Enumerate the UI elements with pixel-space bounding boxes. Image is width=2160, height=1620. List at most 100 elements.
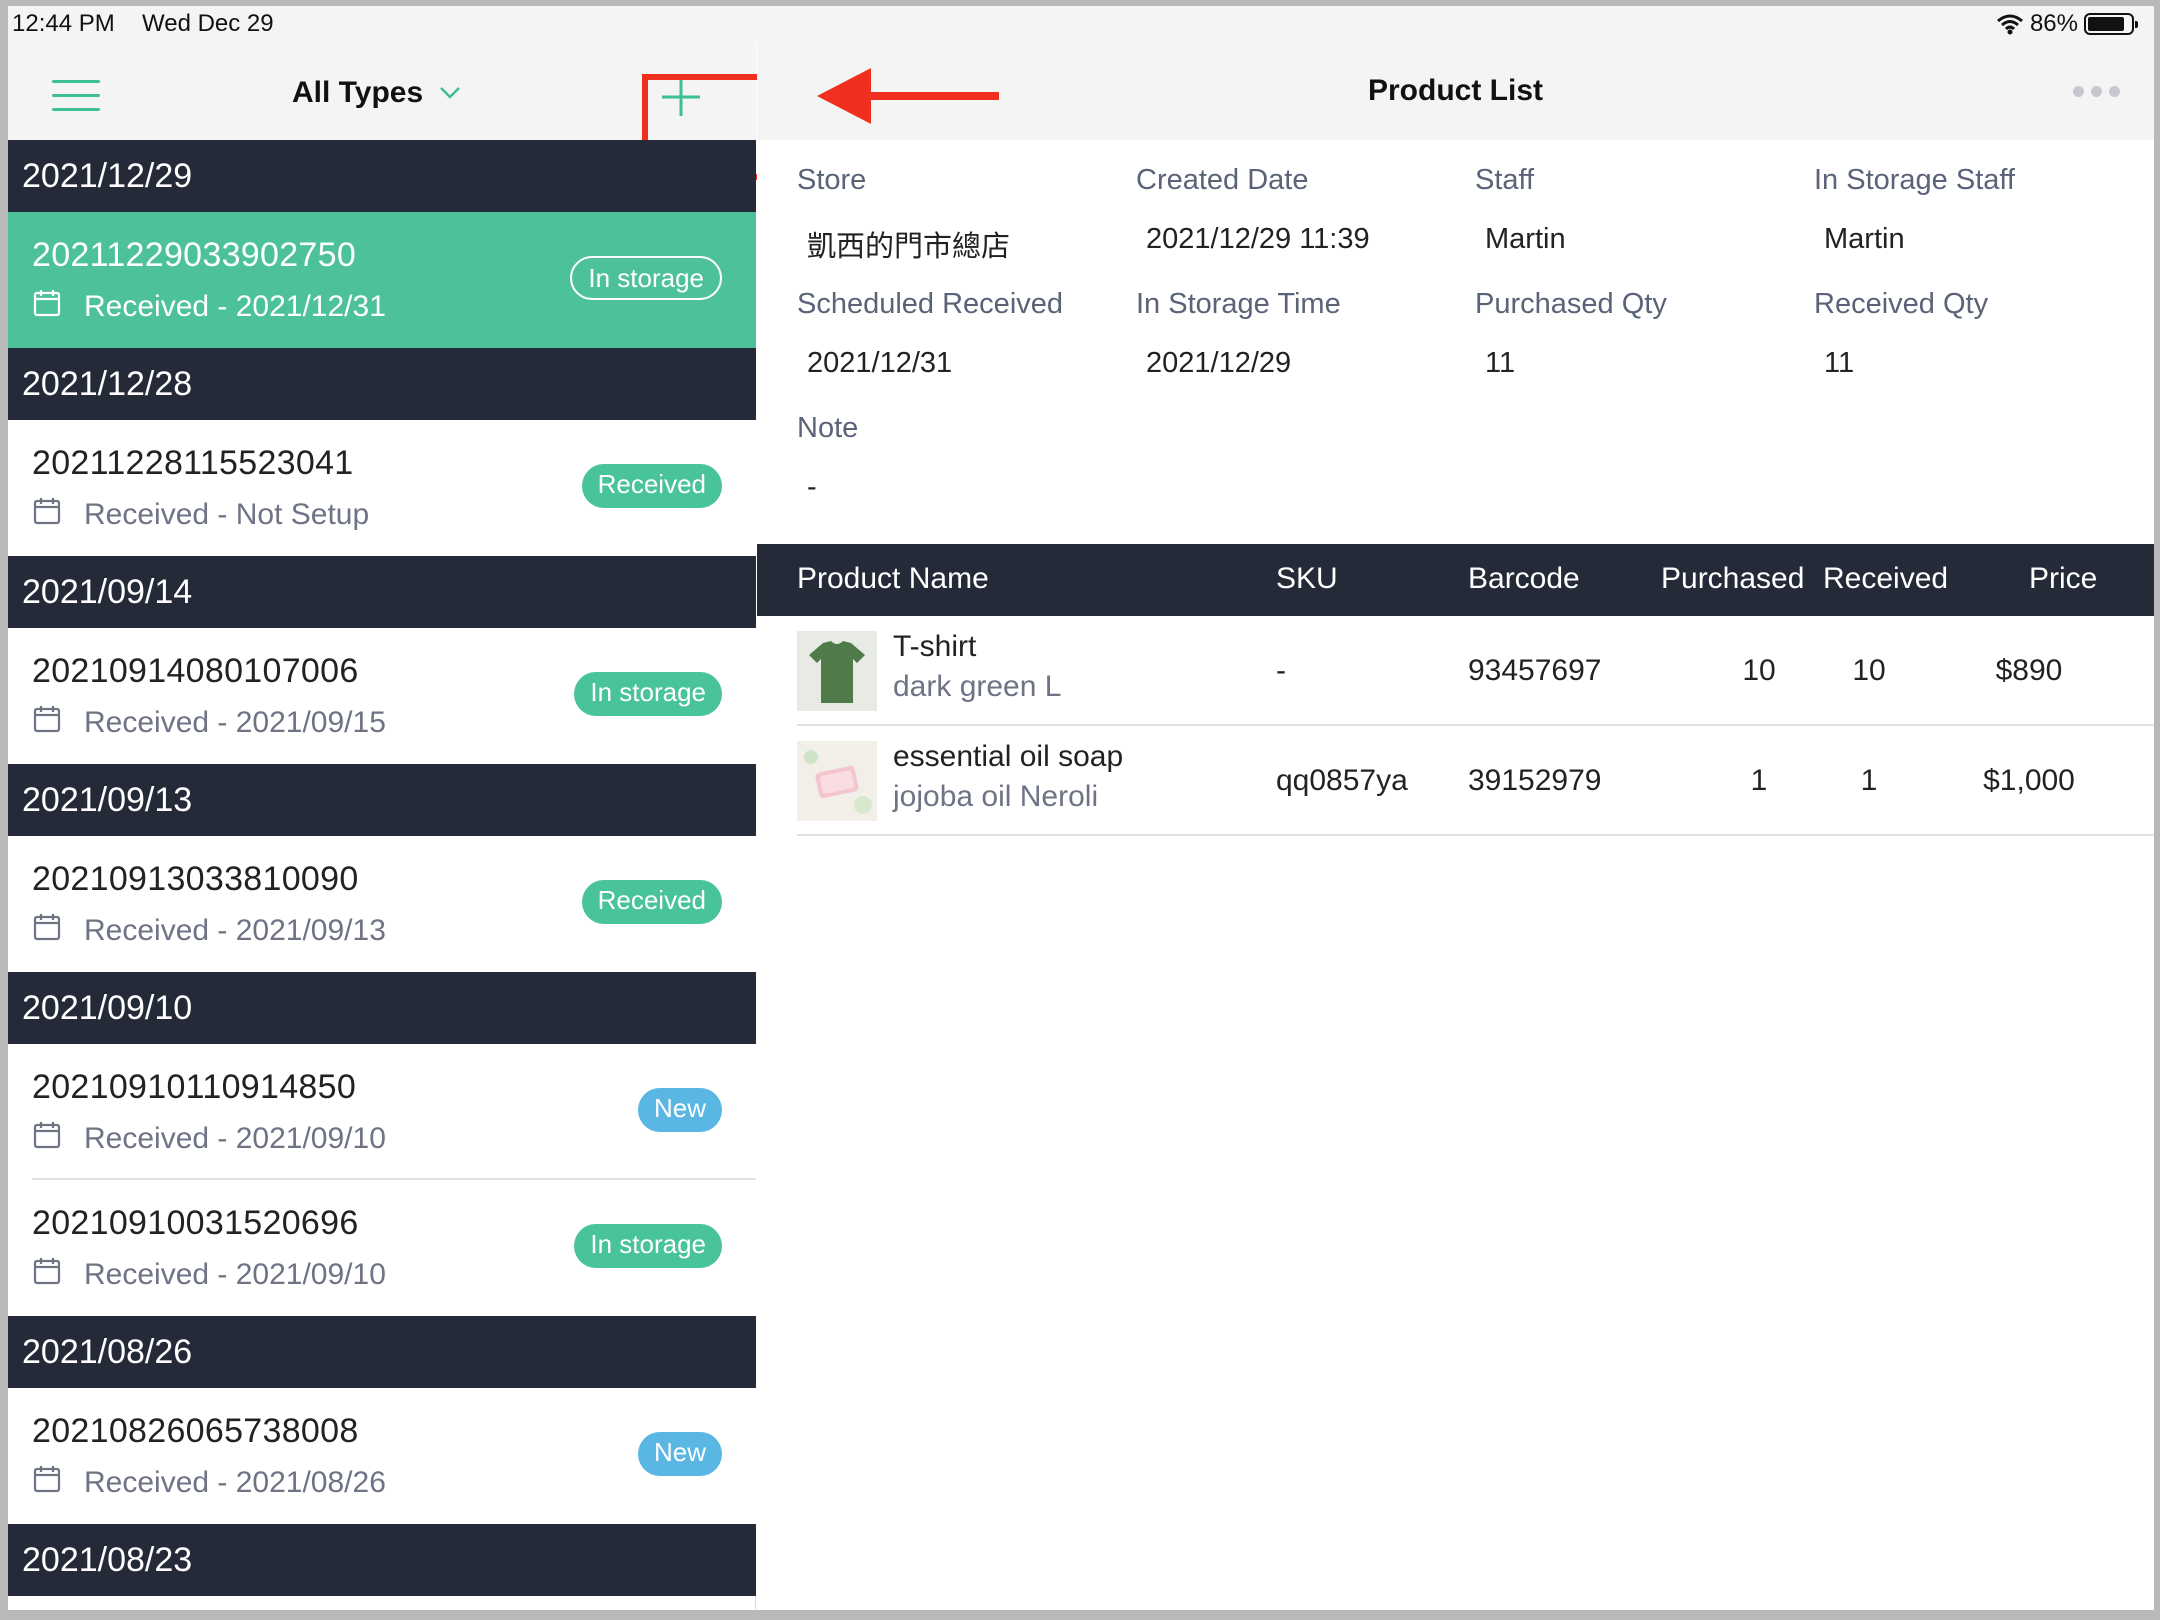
left-header: All Types	[8, 42, 776, 180]
storage-time-value: 2021/12/29	[1146, 347, 1292, 379]
order-list: 2021/12/29 20211229033902750 Received - 20…	[8, 140, 756, 1596]
status-badge: In storage	[574, 1224, 722, 1268]
product-table: Product Name SKU Barcode Purchased Recei…	[757, 544, 2154, 836]
date-group-header: 2021/09/14	[8, 556, 756, 628]
received-date-text: Received - 2021/09/13	[84, 914, 386, 947]
store-info: Store 凱西的門市總店	[797, 164, 1010, 265]
product-thumbnail	[797, 631, 877, 711]
sku-cell: -	[1276, 654, 1286, 687]
product-variant: dark green L	[893, 670, 1062, 703]
screen: All Types 2021/12/29 20211229033902750 Rec…	[8, 6, 2154, 1610]
status-badge: In storage	[570, 256, 722, 300]
date-group-header: 2021/12/28	[8, 348, 756, 420]
order-number: 20210910110914850	[32, 1068, 357, 1106]
sku-cell: qq0857ya	[1276, 764, 1408, 797]
order-list-item[interactable]: 20210910110914850 Received - 2021/09/10 Ne…	[8, 1044, 756, 1180]
date-group-header: 2021/08/23	[8, 1524, 756, 1596]
received-date-text: Received - 2021/09/15	[84, 706, 386, 739]
calendar-icon	[33, 1258, 61, 1285]
order-number: 20210826065738008	[32, 1412, 359, 1450]
order-list-item[interactable]: 20210826065738008 Received - 2021/08/26 Ne…	[8, 1388, 756, 1524]
battery-icon	[2084, 13, 2138, 35]
order-list-item[interactable]: 20210910031520696 Received - 2021/09/10 In…	[8, 1180, 756, 1316]
order-list-item[interactable]: 20210913033810090 Received - 2021/09/13 Re…	[8, 836, 756, 972]
more-options-icon[interactable]	[2073, 86, 2120, 97]
purchased-qty-label: Purchased Qty	[1475, 288, 1667, 320]
battery-percent: 86%	[2029, 10, 2078, 37]
scheduled-value: 2021/12/31	[807, 347, 953, 379]
product-variant: jojoba oil Neroli	[893, 780, 1099, 813]
purchased-qty-value: 11	[1485, 347, 1516, 379]
order-list-item[interactable]: 20211228115523041 Received - Not Setup Rec…	[8, 420, 756, 556]
staff-label: Staff	[1475, 164, 1535, 196]
product-name: T-shirt	[893, 630, 977, 663]
table-row[interactable]: essential oil soap jojoba oil Neroli qq085…	[797, 726, 2154, 836]
received-date: Received - 2021/09/10	[32, 1120, 386, 1158]
received-date-text: Received - Not Setup	[84, 498, 370, 531]
status-badge: New	[637, 1088, 722, 1132]
soap-thumbnail	[797, 741, 877, 821]
purchased-cell: 1	[1750, 764, 1768, 797]
chevron-down-icon	[440, 87, 461, 99]
status-time: 12:44 PM	[12, 10, 115, 37]
table-row[interactable]: T-shirt dark green L - 93457697 10 10 $890	[797, 616, 2154, 726]
received-date: Received - 2021/08/26	[32, 1464, 386, 1502]
note-value: -	[807, 471, 817, 503]
received-date: Received - 2021/09/15	[32, 704, 386, 742]
type-filter-dropdown[interactable]: All Types	[292, 76, 461, 110]
staff-value: Martin	[1485, 223, 1566, 255]
storage-staff-value: Martin	[1824, 223, 1905, 255]
detail-pane: Product List Store 凱西的門市總店 Created Date …	[757, 6, 2154, 1610]
received-date: Received - 2021/09/10	[32, 1256, 386, 1294]
order-number: 20211228115523041	[32, 444, 354, 482]
product-name: essential oil soap	[893, 740, 1124, 773]
storage-staff-info: In Storage Staff Martin	[1814, 164, 2015, 256]
received-cell: 10	[1852, 654, 1886, 687]
order-number: 20210914080107006	[32, 652, 359, 690]
calendar-icon	[33, 914, 61, 941]
scheduled-info: Scheduled Received 2021/12/31	[797, 288, 1063, 380]
received-date-text: Received - 2021/08/26	[84, 1466, 386, 1499]
received-cell: 1	[1860, 764, 1878, 797]
storage-time-info: In Storage Time 2021/12/29	[1136, 288, 1341, 380]
col-purchased: Purchased	[1661, 562, 1805, 595]
received-date: Received - Not Setup	[32, 496, 369, 534]
table-header: Product Name SKU Barcode Purchased Recei…	[757, 544, 2154, 616]
barcode-cell: 39152979	[1468, 764, 1602, 797]
created-info: Created Date 2021/12/29 11:39	[1136, 164, 1370, 256]
col-sku: SKU	[1276, 562, 1338, 595]
menu-icon[interactable]	[52, 80, 100, 114]
store-value: 凱西的門市總店	[807, 231, 1011, 263]
status-badge: In storage	[574, 672, 722, 716]
calendar-icon	[33, 498, 61, 525]
col-received: Received	[1823, 562, 1949, 595]
price-cell: $1,000	[1983, 764, 2075, 797]
status-right: 86%	[1996, 10, 2138, 38]
received-date: Received - 2021/12/31	[32, 288, 386, 326]
order-list-item[interactable]: 20210914080107006 Received - 2021/09/15 In…	[8, 628, 756, 764]
calendar-icon	[33, 706, 61, 733]
storage-staff-label: In Storage Staff	[1814, 164, 2015, 196]
order-list-item[interactable]: 20211229033902750 Received - 2021/12/31 In…	[8, 212, 756, 348]
staff-info: Staff Martin	[1475, 164, 1566, 256]
order-number: 20210910031520696	[32, 1204, 359, 1242]
right-header: Product List	[757, 42, 2154, 140]
status-badge: New	[637, 1432, 722, 1476]
table-body: T-shirt dark green L - 93457697 10 10 $890 esse…	[757, 616, 2154, 836]
price-cell: $890	[1995, 654, 2063, 687]
status-badge: Received	[581, 880, 722, 924]
created-label: Created Date	[1136, 164, 1309, 196]
purchased-qty-info: Purchased Qty 11	[1475, 288, 1667, 380]
received-date-text: Received - 2021/09/10	[84, 1122, 386, 1155]
purchased-cell: 10	[1742, 654, 1776, 687]
storage-time-label: In Storage Time	[1136, 288, 1341, 320]
scheduled-label: Scheduled Received	[797, 288, 1064, 320]
date-group-header: 2021/09/13	[8, 764, 756, 836]
page-title: Product List	[1367, 74, 1543, 107]
col-product-name: Product Name	[797, 562, 989, 595]
calendar-icon	[33, 290, 61, 317]
order-list-pane: All Types 2021/12/29 20211229033902750 Rec…	[8, 6, 776, 1610]
status-date: Wed Dec 29	[142, 10, 274, 37]
created-value: 2021/12/29 11:39	[1146, 223, 1370, 255]
note-info: Note -	[797, 412, 858, 504]
